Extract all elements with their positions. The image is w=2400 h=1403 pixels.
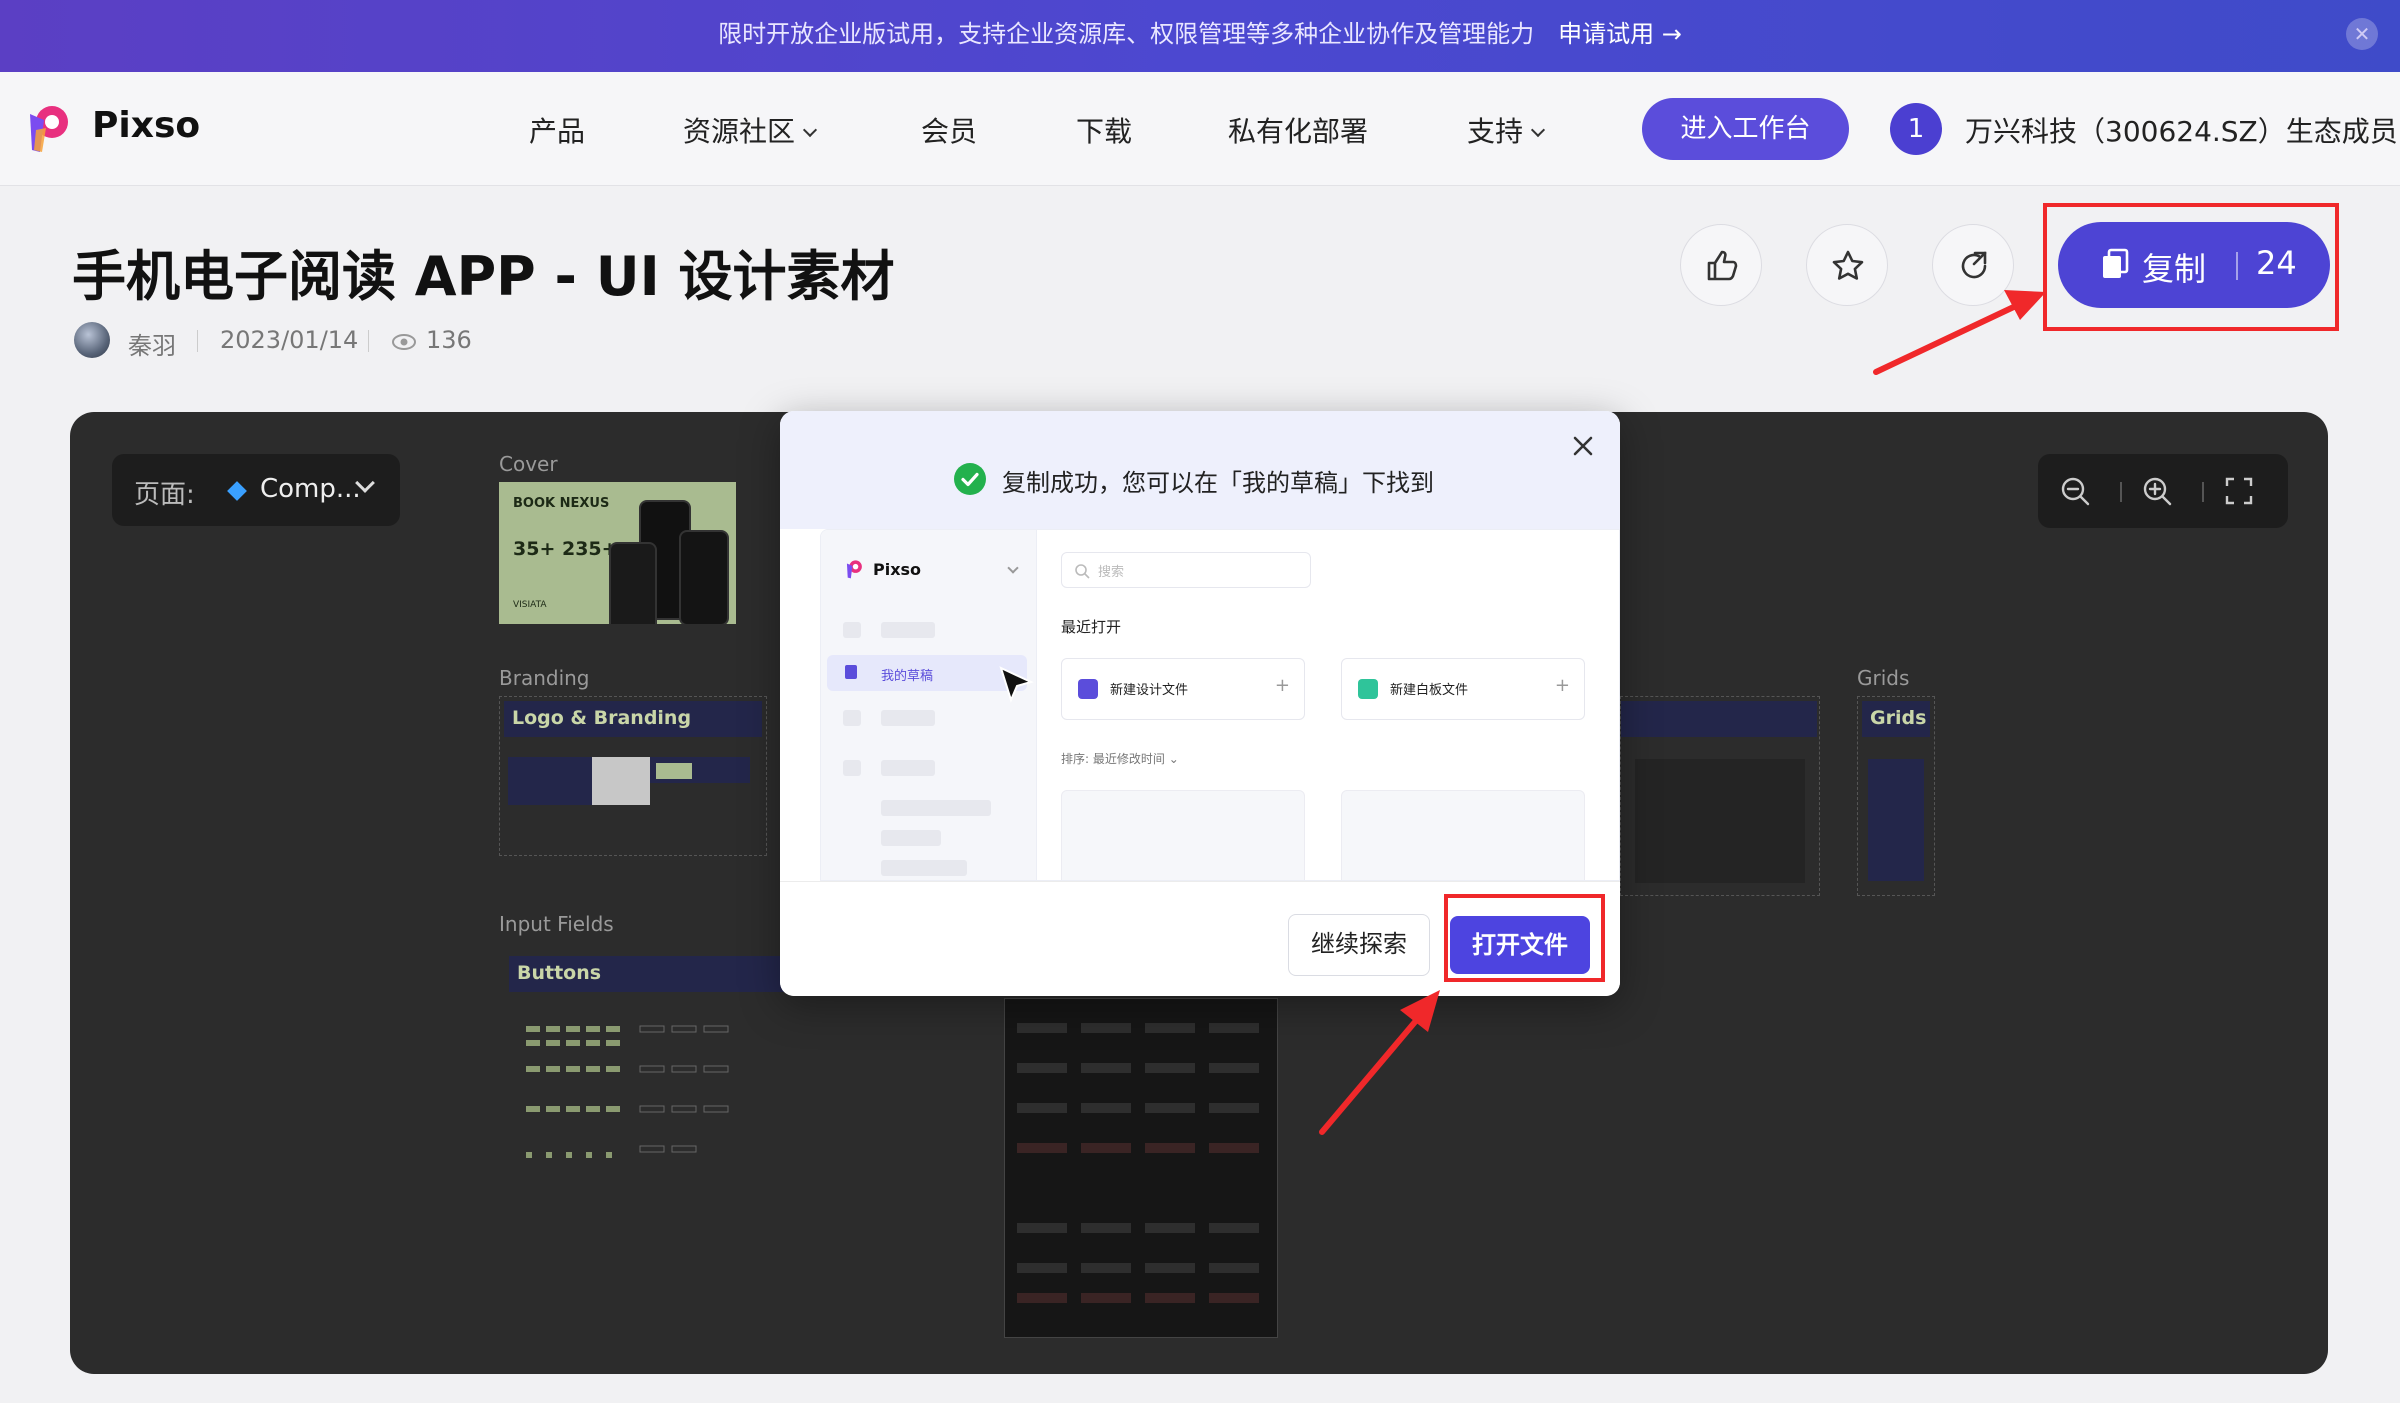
view-count: 136 (426, 326, 472, 354)
preview-recent-heading: 最近打开 (1061, 618, 1122, 636)
dialog-title: 复制成功，您可以在「我的草稿」下找到 (1002, 469, 1434, 497)
cover-brand: BOOK NEXUS (513, 496, 610, 511)
preview-sidebar: Pixso 我的草稿 (821, 530, 1037, 880)
chevron-down-icon (1530, 122, 1546, 138)
preview-new-design: 新建设计文件 + (1061, 658, 1305, 720)
file-icon (845, 665, 857, 679)
like-button[interactable] (1680, 224, 1762, 306)
plus-icon: + (1554, 675, 1570, 696)
plus-icon: + (1274, 675, 1290, 696)
whiteboard-icon (1358, 679, 1378, 699)
phone-mockup (679, 530, 729, 624)
divider (368, 330, 369, 352)
preview-drafts-label: 我的草稿 (881, 669, 934, 684)
continue-exploring-button[interactable]: 继续探索 (1288, 914, 1430, 976)
preview-search-placeholder: 搜索 (1098, 565, 1125, 580)
buttons-header: Buttons (509, 956, 789, 992)
preview-file-card (1341, 790, 1585, 880)
author-avatar[interactable] (74, 322, 110, 358)
preview-new-board: 新建白板文件 + (1341, 658, 1585, 720)
red-arrow-icon (1873, 290, 2046, 375)
frame-label-cover: Cover (499, 452, 558, 476)
branding-frame[interactable]: Logo & Branding (499, 696, 767, 856)
cursor-arrow-icon (999, 666, 1034, 703)
banner-text: 限时开放企业版试用，支持企业资源库、权限管理等多种企业协作及管理能力 (718, 20, 1535, 48)
branding-header: Logo & Branding (504, 701, 762, 737)
dialog-header: 复制成功，您可以在「我的草稿」下找到 (780, 411, 1620, 529)
preview-new-design-label: 新建设计文件 (1110, 683, 1189, 698)
zoom-in-icon[interactable] (2142, 476, 2172, 506)
banner-cta-link[interactable]: 申请试用 → (1558, 20, 1682, 48)
typography-frame[interactable] (1620, 696, 1820, 896)
nav-item-product[interactable]: 产品 (529, 110, 585, 150)
pixso-logo-icon[interactable] (20, 100, 76, 156)
preview-logo-text: Pixso (873, 560, 922, 579)
close-icon[interactable] (1566, 429, 1600, 463)
nav-item-community-label: 资源社区 (683, 115, 796, 148)
preview-file-card (1061, 790, 1305, 880)
cover-frame[interactable]: BOOK NEXUS 35+ 235+ VISIATA (499, 482, 736, 624)
zoom-out-icon[interactable] (2060, 476, 2090, 506)
preview-sort: 排序: 最近修改时间 ⌄ (1061, 752, 1179, 766)
success-check-icon (954, 463, 986, 495)
nav-item-support-label: 支持 (1467, 115, 1524, 148)
red-arrow-icon (1319, 990, 1440, 1135)
cover-foot: VISIATA (513, 600, 547, 610)
nav-item-private-deploy[interactable]: 私有化部署 (1228, 110, 1368, 150)
preview-new-board-label: 新建白板文件 (1390, 683, 1469, 698)
nav-item-support[interactable]: 支持 (1467, 110, 1546, 150)
pixso-logo-icon (846, 560, 862, 579)
star-icon (1832, 250, 1864, 280)
banner-close-icon[interactable]: ✕ (2346, 18, 2378, 50)
cover-stats: 35+ 235+ (513, 538, 618, 560)
grids-frame[interactable]: Grids (1857, 696, 1935, 896)
pen-icon (1078, 679, 1098, 699)
preview-sort-value: 最近修改时间 (1092, 752, 1165, 766)
component-icon (227, 481, 247, 501)
frame-label-branding: Branding (499, 666, 590, 690)
eye-icon (392, 334, 416, 350)
buttons-grid[interactable] (516, 1016, 846, 1186)
frame-label-grids: Grids (1857, 666, 1910, 690)
frame-label-input-fields: Input Fields (499, 912, 614, 936)
logo-text[interactable]: Pixso (92, 105, 200, 146)
page-selector[interactable]: 页面: Comp... (112, 454, 400, 526)
divider (197, 330, 198, 352)
nav-item-download[interactable]: 下载 (1076, 110, 1132, 150)
search-icon (1075, 564, 1090, 579)
chevron-down-icon (1007, 562, 1019, 574)
page-selector-label: 页面: (134, 480, 195, 510)
partner-badge: 1 (1890, 103, 1942, 155)
page-title: 手机电子阅读 APP - UI 设计素材 (72, 245, 895, 308)
enter-workspace-button[interactable]: 进入工作台 (1642, 98, 1849, 160)
publish-date: 2023/01/14 (220, 326, 359, 354)
input-fields-frame[interactable] (1004, 998, 1278, 1338)
thumbs-up-icon (1707, 250, 1738, 281)
zoom-toolbar (2038, 454, 2288, 528)
nav-item-membership[interactable]: 会员 (921, 110, 977, 150)
nav-item-community[interactable]: 资源社区 (683, 110, 818, 150)
fullscreen-icon[interactable] (2224, 476, 2254, 506)
drafts-preview: Pixso 我的草稿 搜索 最近打开 新建设计文件 + 新建白板文件 + 排序:… (820, 529, 1620, 881)
preview-search-input: 搜索 (1061, 552, 1311, 588)
promo-banner: 限时开放企业版试用，支持企业资源库、权限管理等多种企业协作及管理能力 申请试用 → (0, 0, 2400, 72)
phone-mockup (609, 542, 657, 624)
highlight-box-copy (2043, 203, 2339, 331)
preview-sort-label: 排序: (1061, 752, 1090, 766)
page-selector-value: Comp... (260, 474, 361, 504)
grids-header: Grids (1862, 701, 1930, 737)
partner-text[interactable]: 万兴科技（300624.SZ）生态成员 (1965, 110, 2398, 150)
highlight-box-open (1444, 894, 1605, 982)
author-name[interactable]: 秦羽 (128, 326, 176, 361)
chevron-down-icon (802, 122, 818, 138)
